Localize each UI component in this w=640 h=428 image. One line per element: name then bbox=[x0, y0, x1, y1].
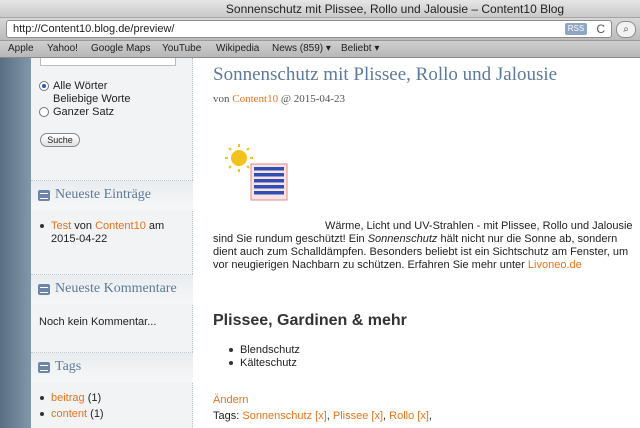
bullet bbox=[229, 361, 233, 366]
search-option-label: Alle Wörter bbox=[53, 80, 108, 92]
tag-item: beitrag (1) bbox=[40, 392, 101, 404]
byline-prefix: von bbox=[213, 93, 230, 105]
widget-title: Neueste Kommentare bbox=[55, 281, 177, 296]
address-bar[interactable]: http://Content10.blog.de/preview/ RSS C bbox=[6, 20, 612, 38]
sun-blinds-image bbox=[225, 144, 288, 201]
search-option-label: Ganzer Satz bbox=[53, 106, 115, 118]
page-left-margin bbox=[0, 58, 31, 428]
widget-icon bbox=[38, 362, 50, 373]
recent-post-date: 2015-04-22 bbox=[51, 233, 108, 245]
byline-author-link[interactable]: Content10 bbox=[232, 93, 278, 105]
search-engine-icon[interactable]: ⌕ bbox=[616, 21, 636, 38]
sidebar-heading-recent-posts: Neueste Einträge bbox=[31, 180, 193, 210]
bookmark-news-menu[interactable]: News (859) ▾ bbox=[272, 41, 331, 57]
blinds-icon bbox=[250, 163, 288, 201]
recent-post-author-link[interactable]: Content10 bbox=[95, 220, 146, 232]
tag-count: (1) bbox=[87, 392, 102, 404]
post-tag-link[interactable]: Rollo [x] bbox=[389, 410, 429, 422]
radio-selected-icon[interactable] bbox=[39, 81, 49, 91]
post-tag-link[interactable]: Sonnenschutz [x] bbox=[242, 410, 326, 422]
bookmark-beliebt-menu[interactable]: Beliebt ▾ bbox=[341, 41, 379, 57]
list-item: Blendschutz bbox=[229, 344, 300, 356]
tag-count: (1) bbox=[90, 408, 104, 420]
tags-prefix: Tags: bbox=[213, 410, 240, 422]
bookmarks-bar: Apple Yahoo! Google Maps YouTube Wikiped… bbox=[0, 41, 640, 58]
bullet bbox=[229, 348, 233, 353]
sidebar-heading-tags: Tags bbox=[31, 352, 193, 382]
bookmark-yahoo[interactable]: Yahoo! bbox=[47, 41, 78, 57]
livoneo-link[interactable]: Livoneo.de bbox=[528, 259, 582, 271]
bullet bbox=[40, 412, 44, 417]
web-page: Alle Wörter Beliebige Worte Ganzer Satz … bbox=[0, 58, 640, 428]
paragraph-emphasis: Sonnenschutz bbox=[367, 233, 438, 245]
byline-date: @ 2015-04-23 bbox=[280, 93, 346, 105]
post-paragraph: Wärme, Licht und UV-Strahlen - mit Pliss… bbox=[213, 220, 633, 272]
bullet bbox=[40, 396, 44, 401]
bookmark-wikipedia[interactable]: Wikipedia bbox=[216, 41, 259, 57]
widget-title: Neueste Einträge bbox=[55, 187, 152, 202]
address-url: http://Content10.blog.de/preview/ bbox=[13, 23, 175, 35]
recent-comments-empty: Noch kein Kommentar... bbox=[39, 316, 157, 328]
bookmark-google-maps[interactable]: Google Maps bbox=[91, 41, 150, 57]
tag-link[interactable]: content bbox=[51, 408, 87, 420]
window-title: Sonnenschutz mit Plissee, Rollo und Jalo… bbox=[225, 2, 565, 16]
reload-icon[interactable]: C bbox=[596, 21, 605, 37]
recent-post-item: Test von Content10 am bbox=[40, 220, 164, 232]
sidebar-search-input[interactable] bbox=[40, 58, 176, 66]
tag-item: content (1) bbox=[40, 408, 104, 420]
bookmark-youtube[interactable]: YouTube bbox=[162, 41, 201, 57]
sidebar-heading-recent-comments: Neueste Kommentare bbox=[31, 274, 193, 304]
widget-icon bbox=[38, 190, 50, 201]
bookmark-apple[interactable]: Apple bbox=[8, 41, 34, 57]
search-button[interactable]: Suche bbox=[40, 133, 80, 147]
window-title-bar: Sonnenschutz mit Plissee, Rollo und Jalo… bbox=[0, 0, 640, 18]
browser-toolbar: http://Content10.blog.de/preview/ RSS C … bbox=[0, 18, 640, 41]
list-item-text: Kälteschutz bbox=[240, 357, 297, 369]
post-title[interactable]: Sonnenschutz mit Plissee, Rollo und Jalo… bbox=[213, 64, 557, 86]
edit-post-link[interactable]: Ändern bbox=[213, 394, 248, 406]
recent-post-at: am bbox=[148, 220, 165, 232]
radio-unselected-icon[interactable] bbox=[39, 107, 49, 117]
search-option-any-words[interactable]: Beliebige Worte bbox=[53, 93, 130, 105]
recent-post-by: von bbox=[74, 220, 92, 232]
list-item-text: Blendschutz bbox=[240, 344, 300, 356]
sun-icon bbox=[225, 144, 253, 172]
list-item: Kälteschutz bbox=[229, 357, 297, 369]
search-option-exact-phrase[interactable]: Ganzer Satz bbox=[39, 106, 114, 118]
bullet bbox=[40, 224, 44, 229]
post-byline: von Content10 @ 2015-04-23 bbox=[213, 93, 345, 105]
post-content: Sonnenschutz mit Plissee, Rollo und Jalo… bbox=[193, 58, 640, 428]
post-tag-link[interactable]: Plissee [x] bbox=[333, 410, 383, 422]
tag-link[interactable]: beitrag bbox=[51, 392, 85, 404]
rss-button[interactable]: RSS bbox=[565, 23, 587, 35]
section-heading: Plissee, Gardinen & mehr bbox=[213, 312, 407, 329]
post-tags: Tags: Sonnenschutz [x], Plissee [x], Rol… bbox=[213, 410, 432, 422]
recent-post-link[interactable]: Test bbox=[51, 220, 71, 232]
widget-icon bbox=[38, 284, 50, 295]
widget-title: Tags bbox=[55, 359, 82, 374]
search-option-all-words[interactable]: Alle Wörter bbox=[39, 80, 107, 92]
